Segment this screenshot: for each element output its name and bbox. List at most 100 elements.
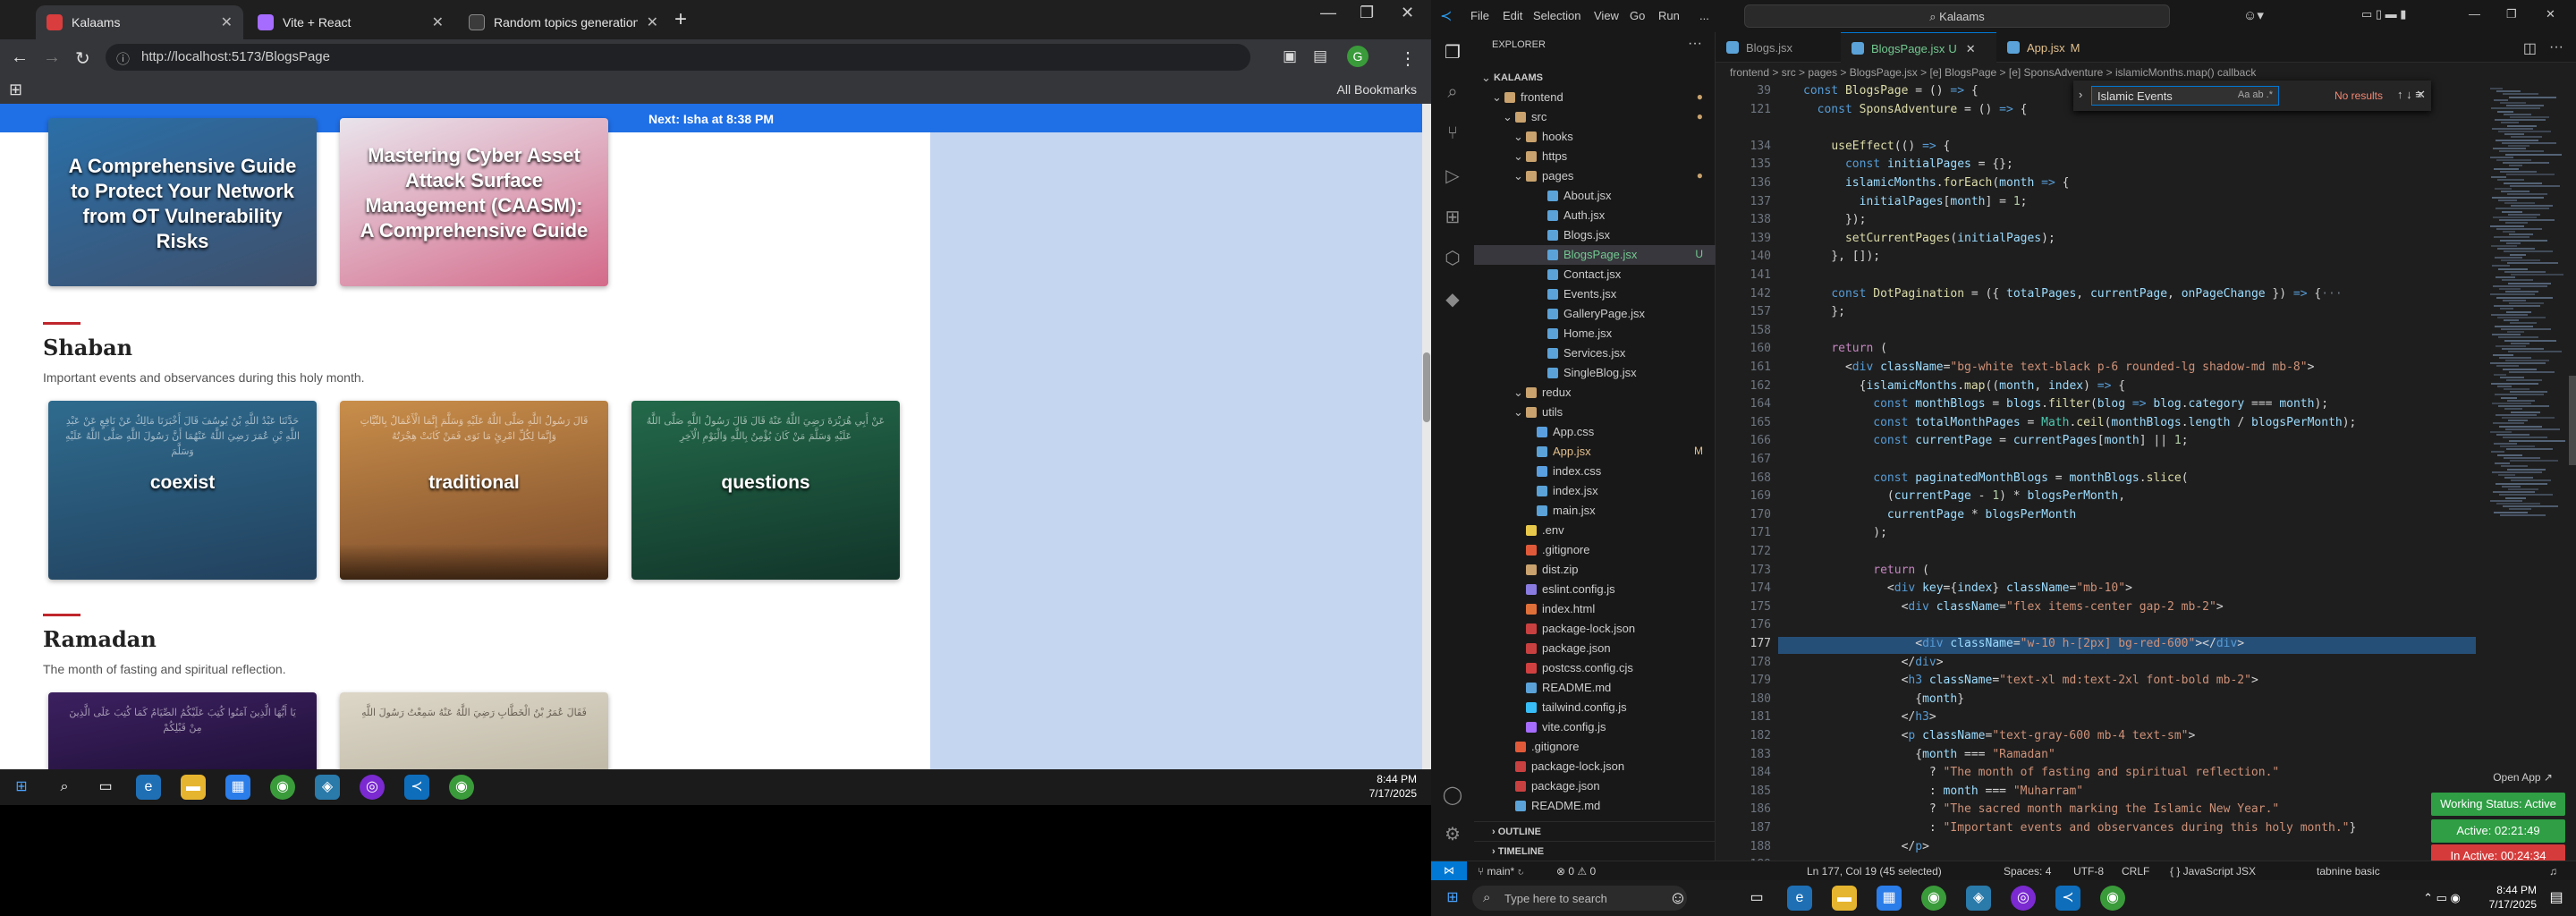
file-tree-item[interactable]: Events.jsx — [1474, 284, 1716, 304]
file-explorer-icon[interactable]: ▬ — [1832, 886, 1857, 911]
close-window-icon[interactable]: ✕ — [2546, 7, 2555, 21]
code-line[interactable]: <div className="flex items-center gap-2 … — [1803, 600, 2224, 614]
outline-panel[interactable]: › OUTLINE — [1474, 821, 1716, 841]
code-line[interactable]: const SponsAdventure = () => { — [1803, 103, 2028, 116]
store-icon[interactable]: ▦ — [225, 775, 250, 800]
remote-indicator-icon[interactable]: ⋈ — [1431, 861, 1467, 881]
blog-card[interactable]: قَالَ رَسُولُ اللَّهِ صَلَّى اللَّهُ عَل… — [340, 401, 608, 580]
file-tree-item[interactable]: Auth.jsx — [1474, 206, 1716, 225]
emoji-widget-icon[interactable]: ☺☺ — [1665, 886, 1690, 916]
vscode-icon[interactable]: ≺ — [404, 775, 429, 800]
edge-icon[interactable]: e — [1787, 886, 1812, 911]
settings-gear-icon[interactable]: ⚙ — [1442, 823, 1463, 844]
tabnine-status[interactable]: tabnine basic — [2317, 865, 2380, 878]
code-line[interactable]: </h3> — [1803, 710, 1936, 724]
chrome-icon[interactable]: ◉ — [270, 775, 295, 800]
code-editor[interactable]: 39 const BlogsPage = () => {121 const Spo… — [1716, 82, 2485, 861]
editor-scrollbar-thumb[interactable] — [2569, 376, 2576, 465]
site-info-icon[interactable]: ⓘ — [116, 49, 130, 68]
file-tree-item[interactable]: .env — [1474, 521, 1716, 540]
page-scrollbar[interactable] — [1422, 104, 1431, 769]
file-tree-item[interactable]: package-lock.json — [1474, 619, 1716, 639]
code-line[interactable]: }; — [1803, 305, 1845, 318]
file-tree-item[interactable]: README.md — [1474, 796, 1716, 816]
tab-vite-react[interactable]: Vite + React ✕ — [247, 5, 454, 39]
folder-tree-item[interactable]: ⌄ hooks — [1474, 127, 1716, 147]
menu-file[interactable]: File — [1470, 9, 1489, 22]
blog-card[interactable]: عَنْ أَبِي هُرَيْرَةَ رَضِيَ اللَّهُ عَن… — [631, 401, 900, 580]
code-line[interactable]: ? "The sacred month marking the Islamic … — [1803, 802, 2279, 816]
find-options-icon[interactable]: Aa ab .* — [2238, 89, 2273, 100]
close-tab-icon[interactable]: ✕ — [221, 13, 233, 31]
language-mode[interactable]: { } JavaScript JSX — [2170, 865, 2256, 878]
blog-card[interactable]: A Comprehensive Guide to Protect Your Ne… — [48, 118, 317, 286]
code-line[interactable]: const monthBlogs = blogs.filter(blog => … — [1803, 397, 2328, 411]
code-line[interactable]: }, []); — [1803, 250, 1880, 263]
code-line[interactable]: {islamicMonths.map((month, index) => { — [1803, 379, 2125, 393]
close-find-icon[interactable]: ✕ — [2416, 88, 2426, 102]
breadcrumb[interactable]: frontend > src > pages > BlogsPage.jsx >… — [1716, 63, 2576, 82]
blog-card[interactable]: حَدَّثَنَا عَبْدُ اللَّهِ بْنُ يُوسُفَ ق… — [48, 401, 317, 580]
code-line[interactable]: const totalMonthPages = Math.ceil(monthB… — [1803, 416, 2356, 429]
git-branch[interactable]: ⑂ main* ↻ — [1478, 865, 1524, 878]
github-desktop-icon[interactable]: ◎ — [360, 775, 385, 800]
more-actions-icon[interactable]: ··· — [1688, 36, 1702, 52]
github-desktop-icon[interactable]: ◎ — [2011, 886, 2036, 911]
close-window-icon[interactable]: ✕ — [1401, 4, 1414, 22]
code-line[interactable]: ); — [1803, 526, 1887, 539]
file-tree-item[interactable]: Contact.jsx — [1474, 265, 1716, 284]
code-line[interactable]: <div key={index} className="mb-10"> — [1803, 581, 2132, 595]
search-icon[interactable]: ⌕ — [52, 775, 77, 800]
code-line[interactable]: setCurrentPages(initialPages); — [1803, 232, 2055, 245]
tab-random-topics[interactable]: Random topics generation ✕ — [458, 5, 669, 39]
file-tree-item[interactable]: SingleBlog.jsx — [1474, 363, 1716, 383]
tray-icons[interactable]: ⌃ ▭ ◉ — [2406, 886, 2478, 911]
all-bookmarks-button[interactable]: All Bookmarks — [1337, 82, 1417, 97]
cursor-position[interactable]: Ln 177, Col 19 (45 selected) — [1807, 865, 1942, 878]
active-time-badge[interactable]: Active: 02:21:49 — [2431, 819, 2565, 843]
line-ending[interactable]: CRLF — [2122, 865, 2149, 878]
file-tree-item[interactable]: Blogs.jsx — [1474, 225, 1716, 245]
file-tree-item[interactable]: Home.jsx — [1474, 324, 1716, 344]
code-line[interactable]: <div className="bg-white text-black p-6 … — [1803, 360, 2314, 374]
store-icon[interactable]: ▦ — [1877, 886, 1902, 911]
code-line[interactable]: : "Important events and observances duri… — [1803, 821, 2356, 835]
right-clock[interactable]: 8:44 PM 7/17/2025 — [2489, 883, 2537, 912]
code-line[interactable]: const currentPage = currentPages[month] … — [1803, 434, 2188, 447]
file-tree-item[interactable]: dist.zip — [1474, 560, 1716, 580]
blog-card[interactable]: يَا أَيُّهَا الَّذِينَ آمَنُوا كُتِبَ عَ… — [48, 692, 317, 769]
file-tree-item[interactable]: GalleryPage.jsx — [1474, 304, 1716, 324]
timeline-panel[interactable]: › TIMELINE — [1474, 841, 1716, 861]
extensions-icon[interactable]: ⊞ — [1442, 206, 1463, 227]
file-tree-item[interactable]: Services.jsx — [1474, 344, 1716, 363]
code-line[interactable]: initialPages[month] = 1; — [1803, 195, 2028, 208]
menu-edit[interactable]: Edit — [1503, 9, 1522, 22]
windows-start-icon[interactable]: ⊞ — [9, 775, 34, 800]
code-line[interactable]: (currentPage - 1) * blogsPerMonth, — [1803, 489, 2125, 503]
code-line[interactable]: currentPage * blogsPerMonth — [1803, 508, 2076, 522]
search-icon[interactable]: ⌕ — [1442, 82, 1463, 104]
working-status-badge[interactable]: Working Status: Active — [2431, 793, 2565, 816]
file-tree-item[interactable]: index.html — [1474, 599, 1716, 619]
problems-indicator[interactable]: ⊗ 0 ⚠ 0 — [1556, 865, 1596, 878]
maximize-icon[interactable]: ❐ — [2506, 7, 2517, 21]
maximize-icon[interactable]: ❐ — [1360, 4, 1374, 22]
file-tree-item[interactable]: App.jsx M — [1474, 442, 1716, 462]
file-tree-item[interactable]: tailwind.config.js — [1474, 698, 1716, 717]
editor-tab-blogspage[interactable]: BlogsPage.jsx U ✕ — [1841, 32, 1996, 63]
folder-tree-item[interactable]: ⌄ redux — [1474, 383, 1716, 403]
file-tree-item[interactable]: package.json — [1474, 776, 1716, 796]
code-line[interactable]: }); — [1803, 213, 1867, 226]
minimize-icon[interactable]: — — [1320, 4, 1336, 22]
explorer-icon[interactable]: ❐ — [1442, 41, 1463, 63]
app-icon[interactable]: ◈ — [315, 775, 340, 800]
scrollbar-thumb[interactable] — [1423, 352, 1430, 422]
file-tree-item[interactable]: index.css — [1474, 462, 1716, 481]
profile-avatar[interactable]: G — [1347, 46, 1368, 67]
file-tree-item[interactable]: main.jsx — [1474, 501, 1716, 521]
minimap[interactable] — [2485, 82, 2576, 861]
open-app-button[interactable]: Open App ↗ — [2493, 771, 2553, 784]
menu-selection[interactable]: Selection — [1533, 9, 1580, 22]
close-tab-icon[interactable]: ✕ — [1966, 42, 1976, 55]
code-line[interactable]: </p> — [1803, 840, 1929, 853]
